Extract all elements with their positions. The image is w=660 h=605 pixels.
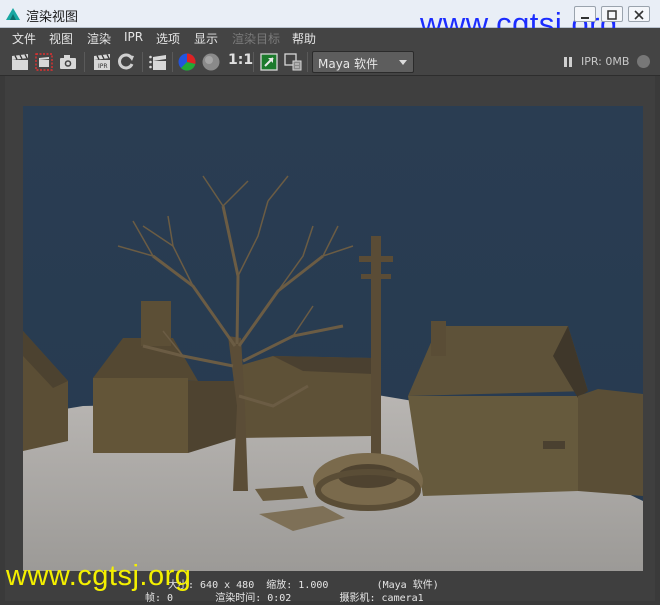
toolbar-separator (84, 52, 85, 72)
remove-image-icon[interactable] (283, 52, 303, 72)
minimize-icon (581, 17, 589, 19)
real-size-button[interactable]: 1:1 (228, 52, 253, 68)
chevron-down-icon (399, 60, 407, 65)
rendered-image (23, 106, 643, 571)
ipr-status-indicator (637, 55, 650, 68)
rgb-channels-icon[interactable] (177, 52, 197, 72)
pause-ipr-icon[interactable] (562, 56, 574, 68)
menu-render-target: 渲染目标 (232, 32, 281, 46)
watermark-bottom: www.cgtsj.org (6, 560, 192, 592)
close-button[interactable] (628, 6, 650, 22)
ipr-clapper-icon[interactable]: IPR (92, 52, 112, 72)
menu-file[interactable]: 文件 (12, 30, 36, 47)
render-clapper-icon[interactable] (10, 52, 30, 72)
minimize-button[interactable] (574, 6, 596, 22)
menu-render[interactable]: 渲染 (87, 30, 111, 47)
menu-options[interactable]: 选项 (156, 30, 180, 47)
maya-app-icon (6, 8, 20, 20)
title-bar: 渲染视图 www.cgtsj.org (0, 0, 660, 39)
alpha-channel-icon[interactable] (201, 52, 221, 72)
toolbar-separator (142, 52, 143, 72)
menu-view[interactable]: 视图 (49, 30, 73, 47)
render-region-icon[interactable] (34, 52, 54, 72)
maximize-button[interactable] (601, 6, 623, 22)
toolbar: IPR 1:1 Maya 软件 IPR: 0MB (0, 48, 660, 76)
renderer-value: Maya 软件 (318, 57, 378, 71)
svg-text:IPR: IPR (98, 63, 108, 70)
render-sequence-icon[interactable] (148, 52, 168, 72)
menu-ipr[interactable]: IPR (124, 30, 143, 44)
refresh-ipr-icon[interactable] (116, 52, 136, 72)
render-viewport[interactable] (5, 76, 655, 601)
keep-image-icon[interactable] (259, 52, 279, 72)
renderer-dropdown[interactable]: Maya 软件 (312, 51, 414, 73)
toolbar-separator (172, 52, 173, 72)
menu-help[interactable]: 帮助 (292, 30, 316, 47)
window-title: 渲染视图 (26, 10, 79, 25)
menu-display[interactable]: 显示 (194, 30, 218, 47)
maximize-icon (607, 10, 617, 20)
snapshot-camera-icon[interactable] (58, 52, 78, 72)
menu-bar: 文件 视图 渲染 IPR 选项 显示 渲染目标 帮助 (0, 28, 660, 48)
toolbar-separator (307, 52, 308, 72)
toolbar-separator (253, 52, 254, 72)
close-icon (634, 10, 644, 20)
ipr-memory-status: IPR: 0MB (581, 55, 630, 68)
